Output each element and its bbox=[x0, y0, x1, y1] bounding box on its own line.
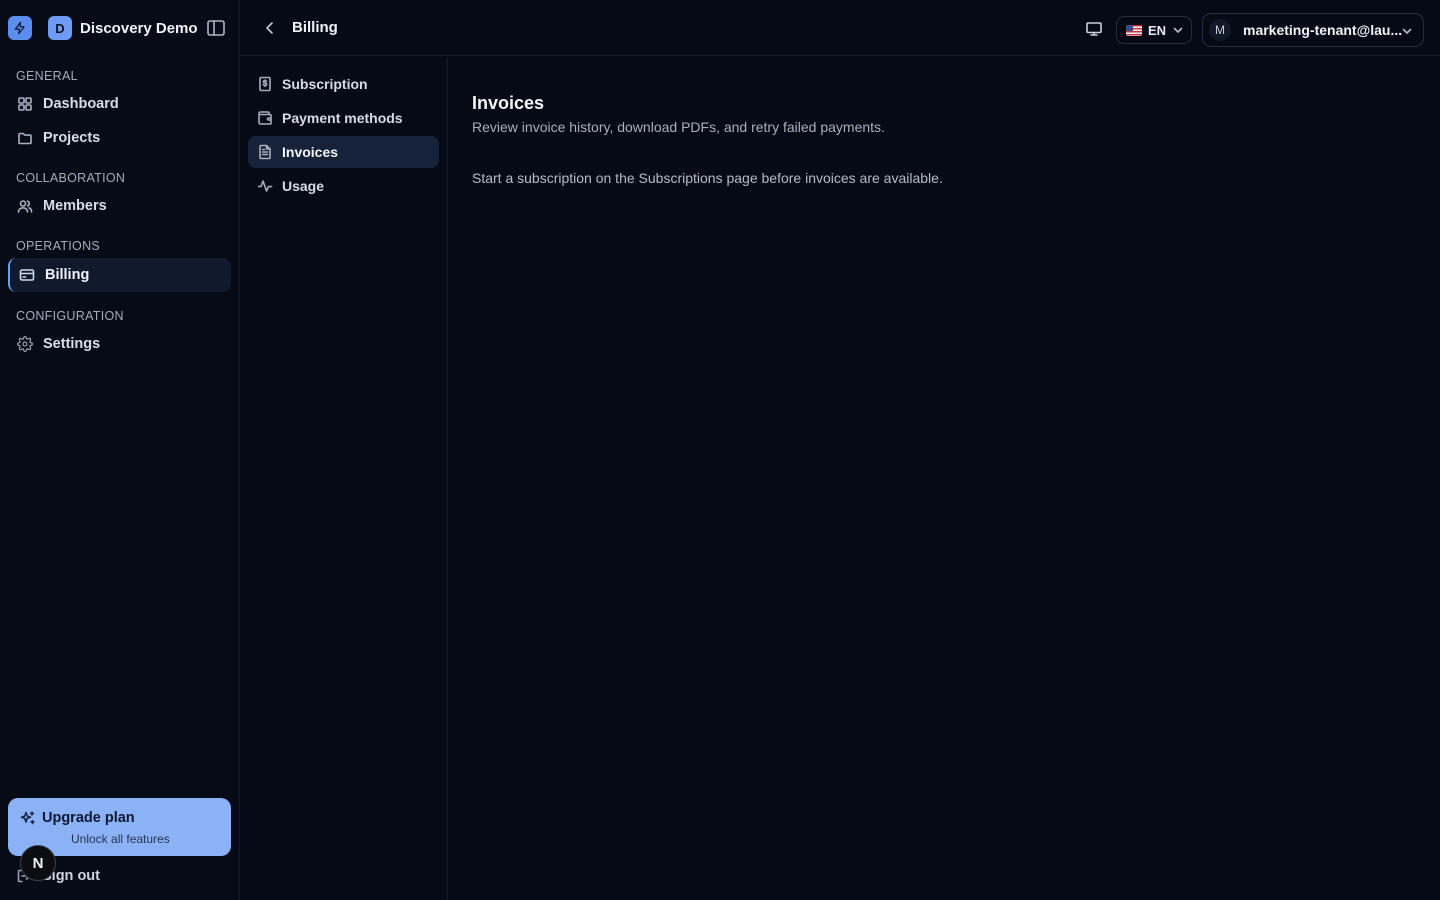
sidebar-item-label: Members bbox=[43, 198, 107, 214]
subnav-item-label: Usage bbox=[282, 178, 325, 194]
main-content: Invoices Review invoice history, downloa… bbox=[448, 57, 1440, 900]
dollar-doc-icon bbox=[257, 76, 273, 92]
section-label-general: GENERAL bbox=[16, 69, 78, 83]
sidebar-item-label: Dashboard bbox=[43, 96, 119, 112]
upgrade-plan-subtitle: Unlock all features bbox=[71, 832, 170, 846]
user-avatar: M bbox=[1209, 19, 1231, 41]
page-subtitle: Review invoice history, download PDFs, a… bbox=[472, 119, 885, 135]
sidebar-item-label: Projects bbox=[43, 130, 101, 146]
subnav-item-label: Invoices bbox=[282, 144, 339, 160]
org-name: Discovery Demo bbox=[80, 19, 198, 37]
app-logo-icon bbox=[8, 16, 32, 40]
sidebar-item-billing[interactable]: Billing bbox=[8, 258, 231, 292]
sidebar-item-dashboard[interactable]: Dashboard bbox=[8, 88, 231, 120]
sidebar-item-label: Billing bbox=[45, 267, 90, 283]
empty-state-message: Start a subscription on the Subscription… bbox=[472, 170, 943, 186]
sidebar-item-members[interactable]: Members bbox=[8, 190, 231, 222]
upgrade-plan-title: Upgrade plan bbox=[42, 810, 135, 826]
top-bar: Billing EN M marketing-tenant@lau... bbox=[240, 0, 1440, 56]
chevron-down-icon bbox=[1172, 24, 1184, 36]
activity-icon bbox=[257, 178, 273, 194]
page-title: Invoices bbox=[472, 93, 545, 113]
section-label-collaboration: COLLABORATION bbox=[16, 171, 126, 185]
org-switcher[interactable]: D Discovery Demo bbox=[8, 16, 198, 40]
sparkles-icon bbox=[20, 810, 36, 826]
sidebar-toggle-icon[interactable] bbox=[206, 18, 228, 38]
subnav-item-payment-methods[interactable]: Payment methods bbox=[248, 102, 439, 134]
language-selector[interactable]: EN bbox=[1116, 16, 1192, 44]
back-chevron-icon[interactable] bbox=[262, 20, 278, 36]
folder-icon bbox=[17, 130, 33, 146]
subnav-item-usage[interactable]: Usage bbox=[248, 170, 439, 202]
sidebar: D Discovery Demo GENERAL Dashboard Proje… bbox=[0, 0, 240, 900]
gear-icon bbox=[17, 336, 33, 352]
breadcrumb: Billing bbox=[292, 19, 338, 36]
wallet-icon bbox=[257, 110, 273, 126]
subnav-item-invoices[interactable]: Invoices bbox=[248, 136, 439, 168]
grid-icon bbox=[17, 96, 33, 112]
sidebar-item-settings[interactable]: Settings bbox=[8, 328, 231, 360]
section-label-configuration: CONFIGURATION bbox=[16, 309, 124, 323]
user-email: marketing-tenant@lau... bbox=[1243, 22, 1403, 38]
billing-subnav: Subscription Payment methods Invoices Us… bbox=[240, 57, 448, 900]
display-mode-icon[interactable] bbox=[1085, 21, 1103, 37]
subnav-item-label: Subscription bbox=[282, 76, 368, 92]
users-icon bbox=[17, 198, 33, 214]
n-badge[interactable]: N bbox=[20, 845, 56, 881]
org-avatar: D bbox=[48, 16, 72, 40]
sidebar-item-projects[interactable]: Projects bbox=[8, 122, 231, 154]
us-flag-icon bbox=[1126, 24, 1142, 36]
chevron-down-icon bbox=[1401, 25, 1413, 37]
subnav-item-label: Payment methods bbox=[282, 110, 403, 126]
language-label: EN bbox=[1148, 22, 1167, 38]
invoice-icon bbox=[257, 144, 273, 160]
section-label-operations: OPERATIONS bbox=[16, 239, 101, 253]
sidebar-item-label: Settings bbox=[43, 336, 101, 352]
subnav-item-subscription[interactable]: Subscription bbox=[248, 68, 439, 100]
user-menu[interactable]: M marketing-tenant@lau... bbox=[1202, 13, 1424, 47]
credit-card-icon bbox=[19, 267, 35, 283]
